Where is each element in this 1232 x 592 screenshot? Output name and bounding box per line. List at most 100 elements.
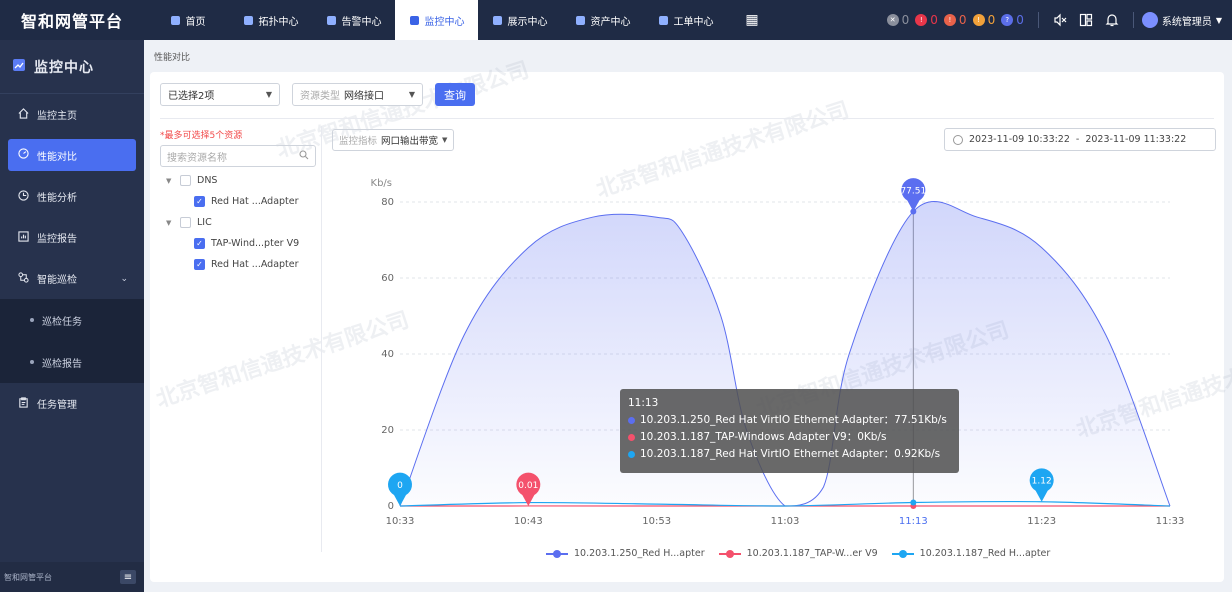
sidebar-item-performance-analysis[interactable]: 性能分析 [0, 176, 144, 217]
marker-label: 1.12 [1032, 477, 1052, 487]
divider [160, 118, 1214, 119]
marker-label: 77.51 [900, 186, 926, 196]
nav-tab-1[interactable]: 拓扑中心 [229, 0, 312, 40]
alarm-counter[interactable]: ? 0 [1001, 13, 1024, 27]
resource-type-select[interactable]: 资源类型 网络接口 ▼ [292, 83, 423, 106]
apps-grid-icon[interactable]: ▦ [727, 0, 777, 40]
sidebar-item-performance-compare[interactable]: 性能对比 [8, 139, 136, 171]
date-end: 2023-11-09 11:33:22 [1085, 134, 1187, 145]
checkbox[interactable]: ✓ [194, 196, 205, 207]
nav-tab-0[interactable]: 首页 [146, 0, 229, 40]
checkbox[interactable]: ✓ [194, 238, 205, 249]
main-panel: 北京智和信通技术有限公司 北京智和信通技术有限公司 北京智和信通技术有限公司 北… [150, 58, 1232, 582]
alarm-counter[interactable]: ! 0 [972, 13, 995, 27]
sidebar-subitem-label: 巡检任务 [42, 316, 82, 328]
sidebar-item-label: 任务管理 [37, 400, 77, 411]
selected-resources-select[interactable]: 已选择2项 ▼ [160, 83, 280, 106]
x-tick-label: 10:43 [514, 516, 543, 527]
date-separator: - [1075, 134, 1080, 145]
top-bar: 智和网管平台 首页 拓扑中心 告警中心 监控中心 展示中心 资产中心 工单中心 ▦ ✕ 0! 0… [0, 0, 1232, 40]
chevron-down-icon: ▼ [1215, 15, 1222, 25]
x-tick-label: 11:23 [1027, 516, 1056, 527]
tree-group-label: LIC [197, 217, 212, 228]
resource-search-input[interactable]: 搜索资源名称 [160, 145, 316, 167]
y-tick-label: 40 [381, 349, 394, 360]
chart-tooltip: 11:13 10.203.1.250_Red Hat VirtIO Ethern… [620, 389, 959, 473]
layout-icon[interactable] [1079, 13, 1093, 27]
series-dot [628, 417, 635, 424]
bell-icon[interactable] [1105, 13, 1119, 27]
clipboard-icon [18, 396, 29, 411]
sidebar: 监控中心 监控主页 性能对比 性能分析 监控报告 智能巡检 ⌄ 巡检任务 巡检报… [0, 40, 144, 592]
date-range-picker[interactable]: 2023-11-09 10:33:22 - 2023-11-09 11:33:2… [944, 128, 1216, 151]
nav-tab-3[interactable]: 监控中心 [395, 0, 478, 40]
marker-label: 0 [397, 481, 403, 491]
nav-tab-label: 展示中心 [507, 16, 548, 28]
bullet-icon [30, 318, 34, 322]
nav-tab-6[interactable]: 工单中心 [644, 0, 727, 40]
tree-group[interactable]: ▼ LIC [160, 212, 321, 233]
metric-select[interactable]: 监控指标 网口输出带宽 ▼ [332, 129, 455, 151]
chevron-down-icon: ⌄ [120, 273, 128, 284]
checkbox[interactable] [180, 217, 191, 228]
sidebar-item-monitor-home[interactable]: 监控主页 [0, 94, 144, 135]
monitor-chart-icon [12, 58, 26, 76]
x-tick-label: 10:33 [386, 516, 415, 527]
toolbar: 已选择2项 ▼ 资源类型 网络接口 ▼ 查询 [160, 83, 475, 106]
x-tick-label: 11:33 [1156, 516, 1185, 527]
series-dot [628, 451, 635, 458]
mute-icon[interactable] [1053, 13, 1067, 27]
search-placeholder: 搜索资源名称 [167, 152, 227, 164]
menu-toggle-icon[interactable]: ≡ [120, 570, 136, 584]
caret-down-icon: ▼ [166, 218, 172, 227]
gauge-icon [18, 148, 29, 162]
legend-item[interactable]: 10.203.1.187_TAP-W...er V9 [718, 548, 878, 559]
legend-item[interactable]: 10.203.1.250_Red H...apter [546, 548, 705, 559]
checkbox[interactable]: ✓ [194, 259, 205, 270]
sidebar-subitem-inspection-report[interactable]: 巡检报告 [0, 341, 144, 383]
nav-tab-5[interactable]: 资产中心 [561, 0, 644, 40]
select-value: 网口输出带宽 [381, 136, 439, 147]
tree-item[interactable]: ✓ Red Hat ...Adapter [160, 191, 321, 212]
x-tick-label: 10:53 [642, 516, 671, 527]
nav-tab-4[interactable]: 展示中心 [478, 0, 561, 40]
top-right-area: ✕ 0! 0! 0! 0? 0 系统管理员 ▼ [886, 0, 1232, 40]
nav-tab-label: 告警中心 [341, 16, 382, 28]
sidebar-item-monitor-report[interactable]: 监控报告 [0, 217, 144, 258]
nav-tab-2[interactable]: 告警中心 [312, 0, 395, 40]
alarm-level-icon: ? [1001, 14, 1014, 26]
y-axis-label: Kb/s [371, 178, 392, 189]
query-button[interactable]: 查询 [435, 83, 475, 106]
marker-label: 0.01 [518, 481, 538, 491]
alarm-counter[interactable]: ! 0 [915, 13, 938, 27]
top-nav: 首页 拓扑中心 告警中心 监控中心 展示中心 资产中心 工单中心 [146, 0, 727, 40]
tree-item[interactable]: ✓ TAP-Wind...pter V9 [160, 233, 321, 254]
alarm-counters: ✕ 0! 0! 0! 0? 0 [886, 13, 1030, 27]
date-start: 2023-11-09 10:33:22 [969, 134, 1070, 145]
tooltip-row-text: 10.203.1.250_Red Hat VirtIO Ethernet Ada… [640, 414, 947, 426]
tree-group[interactable]: ▼ DNS [160, 170, 321, 191]
sidebar-item-smart-inspection[interactable]: 智能巡检 ⌄ [0, 258, 144, 299]
sidebar-item-task-management[interactable]: 任务管理 [0, 383, 144, 424]
y-tick-label: 20 [381, 425, 394, 436]
sidebar-submenu: 巡检任务 巡检报告 [0, 299, 144, 383]
legend-label: 10.203.1.187_Red H...apter [919, 548, 1051, 559]
user-menu[interactable]: 系统管理员 ▼ [1141, 12, 1222, 28]
divider [1037, 12, 1039, 28]
tooltip-row: 10.203.1.187_Red Hat VirtIO Ethernet Ada… [628, 446, 951, 463]
tooltip-row: 10.203.1.187_TAP-Windows Adapter V9：0Kb/… [628, 429, 951, 446]
nav-tab-label: 资产中心 [590, 16, 631, 28]
alarm-count: 0 [930, 13, 938, 27]
sidebar-header: 监控中心 [0, 40, 144, 94]
legend-item[interactable]: 10.203.1.187_Red H...apter [891, 548, 1051, 559]
sidebar-item-label: 性能对比 [37, 151, 77, 163]
tooltip-row-text: 10.203.1.187_TAP-Windows Adapter V9：0Kb/… [640, 431, 887, 443]
alarm-counter[interactable]: ! 0 [943, 13, 967, 27]
checkbox[interactable] [180, 175, 191, 186]
user-name: 系统管理员 [1161, 16, 1212, 28]
alarm-count: 0 [901, 13, 910, 27]
tree-item[interactable]: ✓ Red Hat ...Adapter [160, 254, 321, 275]
sidebar-subitem-inspection-task[interactable]: 巡检任务 [0, 299, 144, 341]
alarm-counter[interactable]: ✕ 0 [886, 13, 910, 27]
bullet-icon [30, 360, 34, 364]
